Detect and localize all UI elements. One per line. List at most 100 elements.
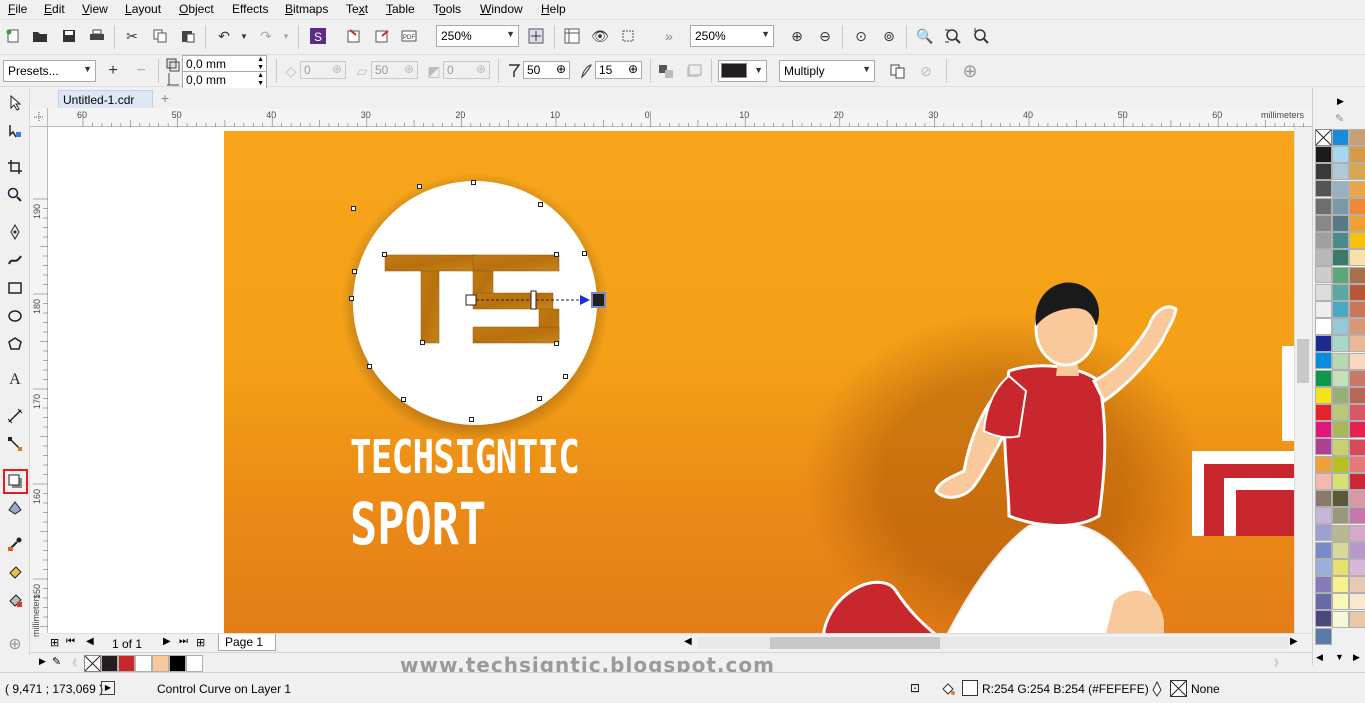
palette-swatch[interactable] (1349, 404, 1365, 422)
cut-icon[interactable]: ✂ (122, 26, 142, 46)
vertical-ruler[interactable]: 190 180 170 160 150 millimeters (30, 127, 48, 637)
selection-handle[interactable] (352, 269, 357, 274)
toolbar-overflow-icon[interactable]: » (659, 26, 679, 46)
transparency-tool-icon[interactable] (4, 497, 26, 519)
palette-swatch[interactable] (1332, 473, 1349, 490)
selection-handle[interactable] (351, 206, 356, 211)
shadow-fade-field[interactable]: 0 ⊕ (443, 61, 490, 79)
redo-icon[interactable]: ↷ (256, 26, 276, 46)
shadow-angle-field[interactable]: 0 ⊕ (300, 61, 346, 79)
palette-swatch[interactable] (1315, 593, 1332, 611)
scroll-left-icon[interactable]: ◀ (684, 636, 692, 647)
undo-dropdown-icon[interactable]: ▼ (234, 26, 254, 46)
palette-swatch[interactable] (1349, 180, 1365, 198)
zoom-in-icon[interactable]: ⊕ (787, 26, 807, 46)
selection-handle[interactable] (554, 341, 559, 346)
snap-to-icon[interactable] (618, 26, 638, 46)
palette-swatch[interactable] (1332, 163, 1349, 181)
red-letter-graphic[interactable] (1182, 346, 1294, 536)
selection-handle[interactable] (563, 374, 568, 379)
new-tab-icon[interactable]: + (156, 90, 174, 108)
outline-none-swatch[interactable] (1170, 680, 1187, 697)
menu-object[interactable]: Object (179, 2, 214, 16)
document-palette-swatch[interactable] (186, 655, 203, 672)
polygon-tool-icon[interactable] (4, 333, 26, 355)
palette-swatch[interactable] (1332, 232, 1349, 250)
palette-swatch[interactable] (1349, 559, 1365, 576)
status-play-icon[interactable]: ▶ (101, 681, 115, 695)
show-rulers-icon[interactable] (562, 26, 582, 46)
palette-swatch[interactable] (1349, 421, 1365, 439)
parallel-dimension-tool-icon[interactable] (4, 405, 26, 427)
palette-swatch[interactable] (1349, 524, 1365, 542)
first-page-icon[interactable]: ⏮ (66, 636, 75, 647)
palette-scroll-left-icon[interactable]: ◀ (1316, 652, 1323, 663)
print-icon[interactable] (87, 26, 107, 46)
palette-swatch[interactable] (1349, 283, 1365, 301)
palette-swatch[interactable] (1332, 266, 1349, 284)
document-tab[interactable]: Untitled-1.cdr (58, 90, 153, 108)
palette-swatch[interactable] (1349, 541, 1365, 559)
open-folder-icon[interactable] (30, 26, 50, 46)
palette-swatch[interactable] (1349, 301, 1365, 318)
palette-swatch[interactable] (1315, 283, 1332, 301)
palette-swatch[interactable] (1332, 318, 1349, 336)
palette-swatch[interactable] (1349, 490, 1365, 508)
palette-swatch[interactable] (1349, 232, 1365, 250)
brand-line-sport[interactable]: SPORT (350, 495, 486, 553)
doc-palette-no-color[interactable] (84, 655, 101, 672)
feathering-edges-icon[interactable] (684, 61, 704, 81)
palette-scroll-down-icon[interactable]: ▼ (1335, 652, 1344, 662)
palette-swatch[interactable] (1349, 387, 1365, 404)
freehand-tool-icon[interactable] (4, 221, 26, 243)
palette-swatch[interactable] (1315, 318, 1332, 335)
presets-select[interactable]: Presets... ▼ (3, 60, 96, 82)
palette-swatch[interactable] (1332, 129, 1349, 146)
palette-swatch[interactable] (1315, 232, 1332, 249)
palette-swatch[interactable] (1315, 266, 1332, 284)
palette-swatch[interactable] (1332, 541, 1349, 559)
horizontal-scrollbar[interactable] (698, 637, 1288, 649)
palette-swatch[interactable] (1332, 369, 1349, 387)
palette-swatch[interactable] (1315, 352, 1332, 370)
doc-palette-menu-icon[interactable]: ▶ (39, 656, 46, 667)
palette-swatch[interactable] (1315, 541, 1332, 559)
palette-swatch[interactable] (1332, 421, 1349, 439)
palette-swatch[interactable] (1332, 524, 1349, 542)
smart-fill-tool-icon[interactable] (4, 589, 26, 611)
palette-swatch[interactable] (1349, 146, 1365, 164)
export-icon[interactable] (372, 26, 392, 46)
zoom-to-selected-icon[interactable]: ⊙ (851, 26, 871, 46)
selection-handle[interactable] (471, 180, 476, 185)
palette-swatch[interactable] (1315, 163, 1332, 181)
palette-swatch[interactable] (1349, 593, 1365, 611)
palette-eyedropper-icon[interactable]: ✎ (1335, 112, 1344, 125)
palette-swatch[interactable] (1349, 352, 1365, 370)
palette-swatch[interactable] (1332, 490, 1349, 508)
selection-handle[interactable] (382, 252, 387, 257)
palette-swatch[interactable] (1349, 249, 1365, 267)
palette-swatch[interactable] (1332, 387, 1349, 404)
add-page-after-icon[interactable]: ⊞ (196, 636, 205, 649)
palette-swatch[interactable] (1332, 197, 1349, 215)
pick-tool-icon[interactable] (4, 92, 26, 114)
shadow-color-picker[interactable]: ▼ (718, 60, 767, 82)
palette-swatch[interactable] (1349, 369, 1365, 387)
palette-swatch[interactable] (1349, 266, 1365, 284)
undo-icon[interactable]: ↶ (214, 26, 234, 46)
shadow-offset-y-field[interactable]: 0,0 mm ▲ ▼ (182, 71, 267, 89)
palette-swatch[interactable] (1315, 300, 1332, 318)
palette-swatch[interactable] (1349, 335, 1365, 353)
palette-swatch[interactable] (1315, 524, 1332, 542)
palette-swatch[interactable] (1349, 576, 1365, 594)
zoom-level-select-2[interactable]: 250% ▼ (690, 25, 774, 47)
document-palette-swatch[interactable] (101, 655, 118, 672)
add-toolbar-item-icon[interactable]: ⊕ (960, 61, 980, 81)
palette-swatch[interactable] (1332, 593, 1349, 611)
import-icon[interactable] (344, 26, 364, 46)
palette-swatch[interactable] (1349, 163, 1365, 181)
palette-swatch[interactable] (1332, 215, 1349, 232)
page-tab[interactable]: Page 1 (218, 634, 276, 651)
palette-swatch[interactable] (1315, 610, 1332, 628)
copy-icon[interactable] (150, 26, 170, 46)
